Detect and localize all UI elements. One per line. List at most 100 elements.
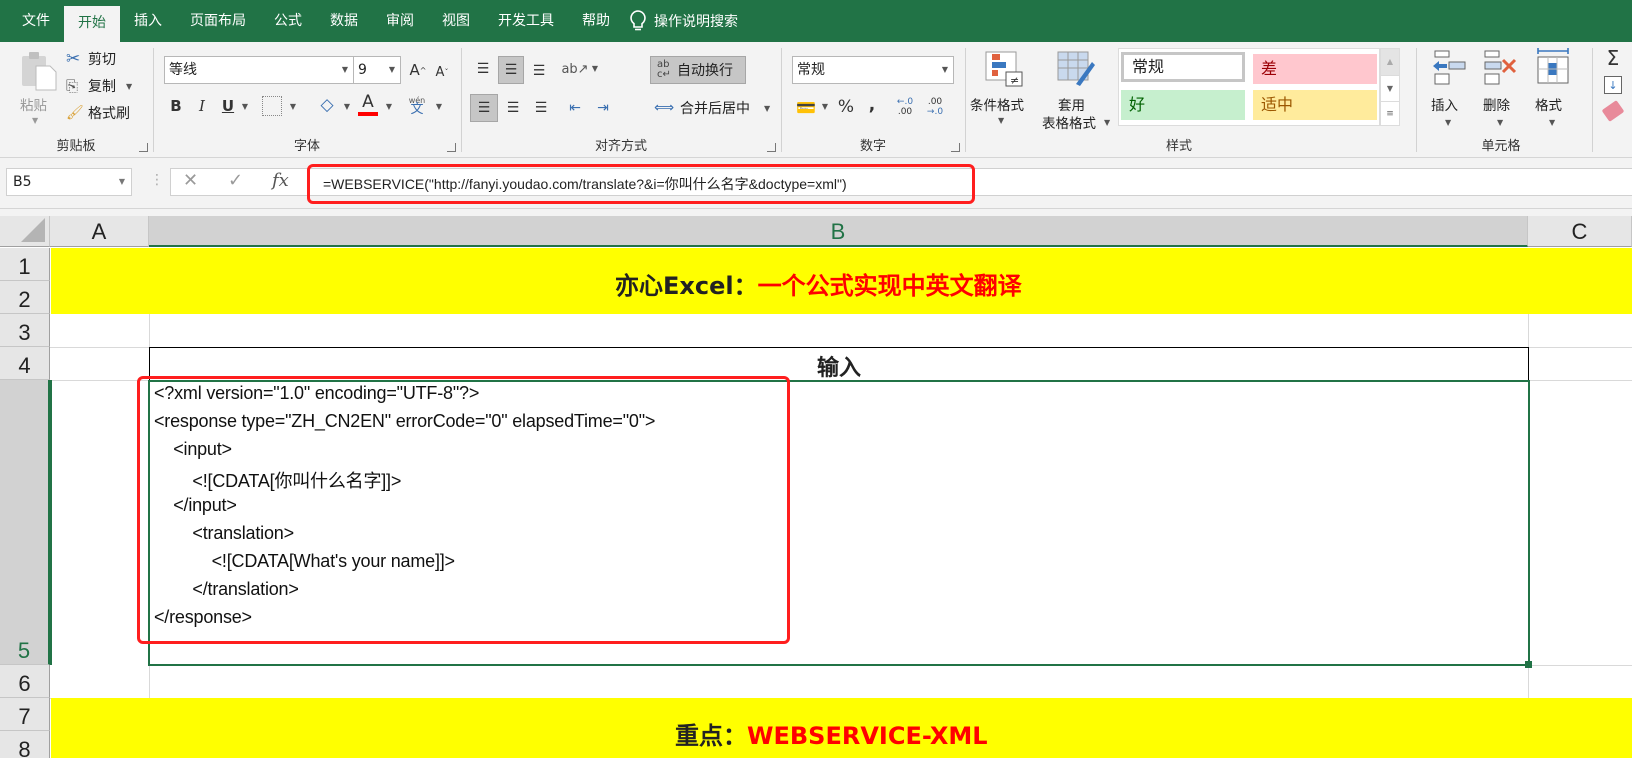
tab-developer[interactable]: 开发工具 <box>484 0 568 42</box>
tab-review[interactable]: 审阅 <box>372 0 428 42</box>
tab-view[interactable]: 视图 <box>428 0 484 42</box>
number-launcher-icon[interactable] <box>951 143 960 152</box>
row-header-4[interactable]: 4 <box>0 347 50 380</box>
row-header-1[interactable]: 1 <box>0 248 50 281</box>
format-cells-button[interactable]: 格式 ▼ <box>1529 48 1577 128</box>
fill-handle[interactable] <box>1525 661 1532 668</box>
borders-dropdown-icon[interactable]: ▼ <box>288 100 298 112</box>
accounting-dropdown-icon[interactable]: ▼ <box>820 100 830 112</box>
style-neutral[interactable]: 适中 <box>1253 90 1377 120</box>
align-left-icon[interactable]: ☰ <box>470 94 498 122</box>
underline-button[interactable]: U <box>216 94 240 118</box>
copy-button[interactable]: ⎘ 复制 ▼ <box>66 75 132 97</box>
footer-title: 重点：WEBSERVICE-XML <box>675 716 988 751</box>
decrease-decimal-button[interactable]: .00 →.0 <box>922 94 948 120</box>
format-painter-button[interactable]: 🖌 格式刷 <box>66 102 130 124</box>
gallery-scroll-down-icon[interactable]: ▼ <box>1381 75 1399 101</box>
insert-cells-button[interactable]: 插入 ▼ <box>1425 48 1473 128</box>
insert-function-icon[interactable]: fx <box>272 170 289 191</box>
underline-dropdown-icon[interactable]: ▼ <box>240 100 250 112</box>
fill-down-icon[interactable]: ↓ <box>1604 76 1622 94</box>
gallery-scroll-up-icon[interactable]: ▲ <box>1381 49 1399 75</box>
number-group-label: 数字 <box>859 139 886 154</box>
font-launcher-icon[interactable] <box>447 143 456 152</box>
decrease-indent-icon[interactable]: ⇤ <box>562 94 588 122</box>
style-good-label: 好 <box>1129 95 1146 114</box>
tell-me-search[interactable]: 操作说明搜索 <box>628 9 738 33</box>
tab-insert[interactable]: 插入 <box>120 0 176 42</box>
wrap-text-button[interactable]: ab c↵ 自动换行 <box>650 56 746 84</box>
align-middle-icon[interactable]: ☰ <box>498 56 524 84</box>
format-as-table-button[interactable]: 套用 表格格式 ▼ <box>1042 48 1112 132</box>
align-top-icon[interactable]: ☰ <box>470 56 496 82</box>
style-normal[interactable]: 常规 <box>1121 52 1245 82</box>
column-header-a[interactable]: A <box>50 216 149 247</box>
borders-icon[interactable] <box>262 96 282 116</box>
italic-button[interactable]: I <box>190 94 214 118</box>
xml-highlight-box <box>137 376 790 644</box>
tab-formulas[interactable]: 公式 <box>260 0 316 42</box>
fill-color-dropdown-icon[interactable]: ▼ <box>342 100 352 112</box>
row-header-7[interactable]: 7 <box>0 698 50 731</box>
percent-button[interactable]: % <box>834 94 858 120</box>
align-right-icon[interactable]: ☰ <box>528 94 554 122</box>
align-center-icon[interactable]: ☰ <box>500 94 526 122</box>
format-painter-label: 格式刷 <box>88 106 130 122</box>
font-color-dropdown-icon[interactable]: ▼ <box>384 100 394 112</box>
style-good[interactable]: 好 <box>1121 90 1245 120</box>
select-all-corner[interactable] <box>0 216 50 247</box>
style-bad[interactable]: 差 <box>1253 54 1377 84</box>
alignment-launcher-icon[interactable] <box>767 143 776 152</box>
tab-data[interactable]: 数据 <box>316 0 372 42</box>
chevron-down-icon: ▼ <box>341 65 348 74</box>
name-box[interactable]: B5 ▼ <box>6 168 132 196</box>
increase-decimal-button[interactable]: ←.0.00 <box>892 94 918 120</box>
column-header-c[interactable]: C <box>1528 216 1632 247</box>
clear-eraser-icon[interactable] <box>1601 100 1625 122</box>
cancel-icon[interactable]: ✕ <box>183 170 198 191</box>
clipboard-launcher-icon[interactable] <box>139 143 148 152</box>
gallery-scrollbar[interactable]: ▲ ▼ ≡ <box>1380 48 1400 126</box>
tab-page-layout[interactable]: 页面布局 <box>176 0 260 42</box>
row-header-8[interactable]: 8 <box>0 731 50 758</box>
chevron-down-icon: ▼ <box>941 65 948 74</box>
increase-font-size-icon[interactable]: A ^ <box>408 60 428 80</box>
gridline <box>1528 665 1632 666</box>
font-name-select[interactable]: 等线 ▼ <box>164 56 354 84</box>
conditional-format-button[interactable]: ≠ 条件格式 ▼ <box>970 48 1036 128</box>
tab-file[interactable]: 文件 <box>0 0 64 42</box>
decrease-font-size-icon[interactable]: Aˇ <box>432 62 452 82</box>
comma-button[interactable]: , <box>862 92 882 118</box>
accounting-format-icon[interactable]: 💳 <box>794 94 818 120</box>
row-header-5[interactable]: 5 <box>0 380 50 665</box>
insert-cells-label: 插入 <box>1431 98 1458 114</box>
phonetic-dropdown-icon[interactable]: ▼ <box>434 100 444 112</box>
clipboard-group: 粘贴 ▼ ✂ 剪切 ⎘ 复制 ▼ 🖌 格式刷 剪贴板 <box>0 42 152 158</box>
orientation-icon[interactable]: ab↗ <box>561 56 588 82</box>
number-format-select[interactable]: 常规 ▼ <box>792 56 954 84</box>
font-size-select[interactable]: 9 ▼ <box>353 56 401 84</box>
phonetic-guide-icon[interactable]: wén 文 <box>404 92 430 118</box>
autosum-button[interactable]: Σ <box>1602 46 1624 70</box>
increase-indent-icon[interactable]: ⇥ <box>590 94 616 122</box>
orientation-dropdown-icon[interactable]: ▼ <box>590 62 600 74</box>
tab-home[interactable]: 开始 <box>64 6 120 42</box>
alignment-group: ☰ ☰ ☰ ab↗ ▼ ab c↵ 自动换行 ☰ ☰ ☰ ⇤ ⇥ ⟺ 合并后居中 … <box>462 42 780 158</box>
row-header-6[interactable]: 6 <box>0 665 50 698</box>
row-header-3[interactable]: 3 <box>0 314 50 347</box>
align-bottom-icon[interactable]: ☰ <box>526 58 552 84</box>
bold-button[interactable]: B <box>164 94 188 118</box>
enter-icon[interactable]: ✓ <box>228 170 243 191</box>
paste-button[interactable]: 粘贴 ▼ <box>12 48 62 128</box>
cut-button[interactable]: ✂ 剪切 <box>66 48 116 70</box>
column-header-b[interactable]: B <box>149 216 1528 247</box>
merge-center-button[interactable]: ⟺ 合并后居中 ▼ <box>654 94 770 122</box>
gallery-more-icon[interactable]: ≡ <box>1381 101 1399 125</box>
delete-cells-button[interactable]: 删除 ▼ <box>1477 48 1525 128</box>
fill-color-icon[interactable]: ◇ <box>314 92 340 118</box>
tab-help[interactable]: 帮助 <box>568 0 624 42</box>
row-header-2[interactable]: 2 <box>0 281 50 314</box>
font-color-icon[interactable]: A <box>356 90 380 118</box>
font-group: 等线 ▼ 9 ▼ A ^ Aˇ B I U ▼ ▼ ◇ ▼ A ▼ wén 文 ▼ … <box>154 42 460 158</box>
number-format-value: 常规 <box>797 62 825 78</box>
